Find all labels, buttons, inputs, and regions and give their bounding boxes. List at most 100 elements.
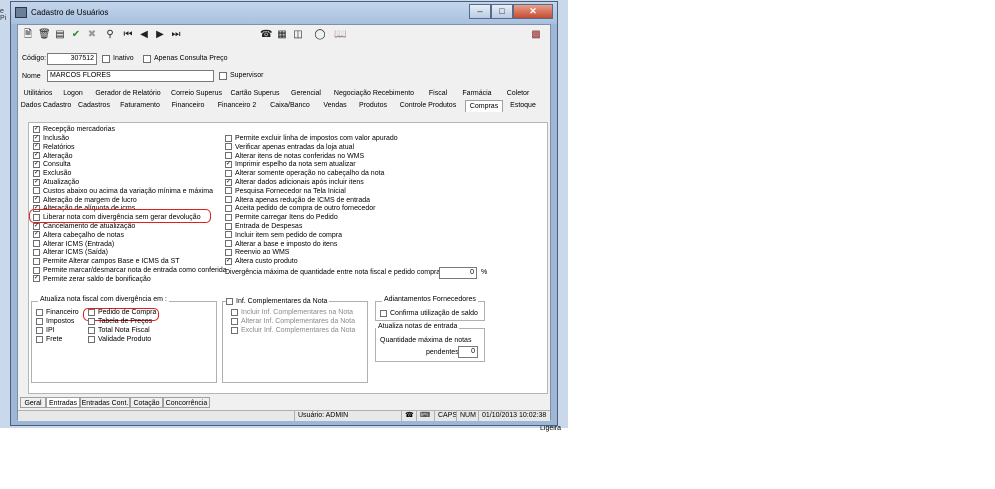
- inf-complementar-item[interactable]: Incluir Inf. Complementares na Nota: [231, 308, 353, 317]
- tab-faturamento[interactable]: Faturamento: [118, 100, 162, 111]
- inativo-checkbox[interactable]: [102, 55, 110, 63]
- right-permission-item[interactable]: Entrada de Despesas: [225, 222, 302, 231]
- cancel-icon[interactable]: ✖: [86, 29, 98, 41]
- tab-dados-cadastro[interactable]: Dados Cadastro: [20, 100, 72, 111]
- tab-row-2: Dados Cadastro Cadastros Faturamento Fin…: [18, 100, 550, 112]
- confirma-saldo-checkbox[interactable]: Confirma utilização de saldo: [380, 309, 478, 318]
- tab-estoque[interactable]: Estoque: [506, 100, 540, 111]
- last-record-icon[interactable]: ⏭: [170, 29, 182, 41]
- exit-icon[interactable]: ▩: [530, 29, 542, 41]
- tab-coletor[interactable]: Coletor: [501, 88, 535, 99]
- atualiza-item[interactable]: Financeiro: [36, 308, 79, 317]
- tab-cadastros[interactable]: Cadastros: [76, 100, 112, 111]
- previous-record-icon[interactable]: ◀: [138, 29, 150, 41]
- left-permission-item[interactable]: ✓ Relatórios: [33, 143, 75, 152]
- recepcao-mercadorias-checkbox[interactable]: ✓ Recepção mercadorias: [33, 125, 115, 134]
- nome-field[interactable]: MARCOS FLORES: [47, 70, 214, 82]
- atualiza-item[interactable]: Frete: [36, 335, 62, 344]
- first-record-icon[interactable]: ⏮: [122, 29, 134, 41]
- right-permission-item[interactable]: Incluir item sem pedido de compra: [225, 231, 342, 240]
- atualiza-item[interactable]: Validade Produto: [88, 335, 151, 344]
- checkbox-mark: ✓: [225, 178, 232, 186]
- btab-geral[interactable]: Geral: [20, 397, 46, 408]
- codigo-field[interactable]: 307512: [47, 53, 97, 65]
- tab-financeiro[interactable]: Financeiro: [168, 100, 208, 111]
- right-permission-item[interactable]: Aceita pedido de compra de outro fornece…: [225, 204, 375, 213]
- right-permission-item[interactable]: ✓ Alterar dados adicionais após incluir i…: [225, 178, 364, 187]
- close-button[interactable]: ✕: [513, 4, 553, 19]
- btab-entradas-cont[interactable]: Entradas Cont.: [80, 397, 130, 408]
- left-permission-item[interactable]: Alterar ICMS (Saída): [33, 248, 108, 257]
- tab-utilitarios[interactable]: Utilitários: [22, 88, 54, 99]
- title-bar[interactable]: Cadastro de Usuários – □ ✕: [11, 2, 557, 24]
- right-permission-item[interactable]: Alterar a base e imposto do itens: [225, 240, 337, 249]
- left-permission-item[interactable]: ✓ Cancelamento de atualização: [33, 222, 135, 231]
- tab-cartao-superus[interactable]: Cartão Superus: [228, 88, 282, 99]
- pendentes-field[interactable]: 0: [458, 346, 478, 358]
- tab-compras[interactable]: Compras: [465, 100, 503, 112]
- notes-icon[interactable]: ◫: [292, 29, 304, 41]
- tab-negociacao-recebimento[interactable]: Negociação Recebimento: [329, 88, 419, 99]
- tab-produtos[interactable]: Produtos: [356, 100, 390, 111]
- search-icon[interactable]: ⚲: [104, 29, 116, 41]
- left-permission-item[interactable]: ✓ Inclusão: [33, 134, 69, 143]
- supervisor-checkbox[interactable]: [219, 72, 227, 80]
- inf-complementar-item[interactable]: Alterar Inf. Complementares da Nota: [231, 317, 355, 326]
- btab-concorrencia[interactable]: Concorrência: [163, 397, 210, 408]
- confirm-icon[interactable]: ✔: [70, 29, 82, 41]
- maximize-button[interactable]: □: [491, 4, 513, 19]
- calculator-icon[interactable]: ▦: [276, 29, 288, 41]
- right-permission-item[interactable]: Alterar itens de notas conferidas no WMS: [225, 152, 364, 161]
- right-permission-item[interactable]: Pesquisa Fornecedor na Tela Inicial: [225, 187, 346, 196]
- chat-icon[interactable]: ◯: [314, 29, 326, 41]
- right-permission-item[interactable]: ✓ Imprimir espelho da nota sem atualizar: [225, 160, 356, 169]
- save-icon[interactable]: ▤: [54, 29, 66, 41]
- new-document-icon[interactable]: 🗎: [22, 29, 34, 41]
- tab-correio-superus[interactable]: Correio Superus: [169, 88, 224, 99]
- btab-entradas[interactable]: Entradas: [46, 397, 80, 408]
- left-permission-item[interactable]: Permite Alterar campos Base e ICMS da ST: [33, 257, 180, 266]
- right-permission-item[interactable]: Permite carregar Itens do Pedido: [225, 213, 338, 222]
- atualiza-item[interactable]: IPI: [36, 326, 55, 335]
- right-permission-item[interactable]: Reenvio ao WMS: [225, 248, 289, 257]
- right-permission-item[interactable]: Permite excluir linha de impostos com va…: [225, 134, 398, 143]
- atualiza-item[interactable]: Impostos: [36, 317, 74, 326]
- apenas-consulta-checkbox[interactable]: [143, 55, 151, 63]
- tab-logon[interactable]: Logon: [60, 88, 86, 99]
- tab-farmacia[interactable]: Farmácia: [458, 88, 496, 99]
- left-permission-item[interactable]: ✓ Atualização: [33, 178, 79, 187]
- btab-cotacao[interactable]: Cotação: [130, 397, 163, 408]
- tab-financeiro-2[interactable]: Financeiro 2: [214, 100, 260, 111]
- atualiza-item[interactable]: Tabela de Preços: [88, 317, 152, 326]
- trash-icon[interactable]: 🗑: [38, 29, 51, 41]
- tab-fiscal[interactable]: Fiscal: [424, 88, 452, 99]
- tab-gerador-relatorio[interactable]: Gerador de Relatório: [93, 88, 163, 99]
- left-permission-item[interactable]: ✓ Exclusão: [33, 169, 71, 178]
- right-permission-item[interactable]: Altera apenas redução de ICMS de entrada: [225, 196, 370, 205]
- right-permission-item[interactable]: ✓ Altera custo produto: [225, 257, 298, 266]
- right-permission-item[interactable]: Verificar apenas entradas da loja atual: [225, 143, 354, 152]
- tab-caixa-banco[interactable]: Caixa/Banco: [266, 100, 314, 111]
- next-record-icon[interactable]: ▶: [154, 29, 166, 41]
- right-permission-item[interactable]: Alterar somente operação no cabeçalho da…: [225, 169, 384, 178]
- left-permission-item[interactable]: Permite marcar/desmarcar nota de entrada…: [33, 266, 227, 275]
- book-icon[interactable]: 📖: [334, 29, 346, 41]
- inf-complementar-item[interactable]: Excluir Inf. Complementares da Nota: [231, 326, 355, 335]
- minimize-button[interactable]: –: [469, 4, 491, 19]
- left-permission-item[interactable]: ✓ Permite zerar saldo de bonificação: [33, 275, 151, 284]
- atualiza-item[interactable]: Pedido de Compra: [88, 308, 156, 317]
- divergencia-field[interactable]: 0: [439, 267, 477, 279]
- left-permission-item[interactable]: ✓ Alteração: [33, 152, 73, 161]
- divergencia-label: Divergência máxima de quantidade entre n…: [225, 269, 443, 276]
- atualiza-item[interactable]: Total Nota Fiscal: [88, 326, 150, 335]
- left-permission-item[interactable]: ✓ Alteração de margem de lucro: [33, 196, 137, 205]
- left-permission-item[interactable]: ✓ Consulta: [33, 160, 71, 169]
- tab-controle-produtos[interactable]: Controle Produtos: [396, 100, 460, 111]
- tab-gerencial[interactable]: Gerencial: [288, 88, 324, 99]
- inf-complementares-checkbox[interactable]: Inf. Complementares da Nota: [226, 297, 330, 306]
- left-permission-item[interactable]: Custos abaixo ou acima da variação mínim…: [33, 187, 213, 196]
- left-permission-item[interactable]: Alterar ICMS (Entrada): [33, 240, 114, 249]
- tab-vendas[interactable]: Vendas: [320, 100, 350, 111]
- phone-icon[interactable]: ☎: [260, 29, 272, 41]
- left-permission-item[interactable]: ✓ Altera cabeçalho de notas: [33, 231, 124, 240]
